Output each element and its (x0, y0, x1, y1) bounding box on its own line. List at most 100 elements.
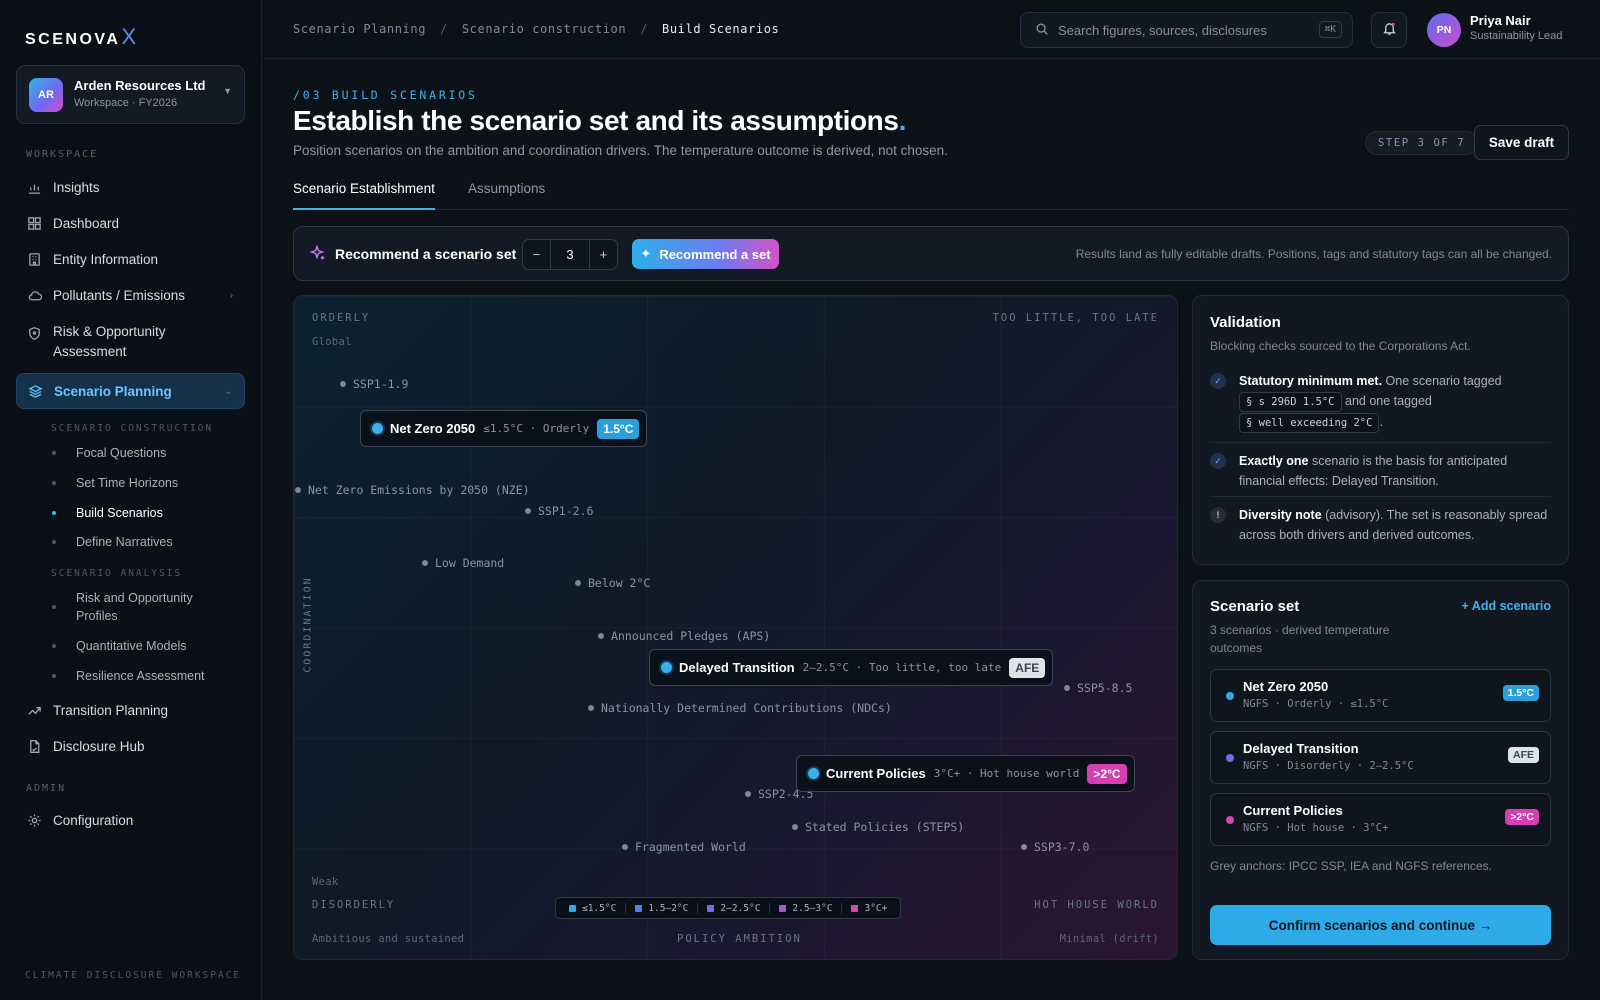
sidebar-item-disclosure-hub[interactable]: Disclosure Hub (16, 728, 245, 764)
caret-down-icon: ▼ (223, 86, 232, 96)
scenario-set-subtitle: 3 scenarios · derived temperature outcom… (1210, 623, 1390, 655)
legend-item: 2.5–3°C (770, 902, 843, 914)
temperature-badge: >2°C (1505, 809, 1539, 825)
scenario-card-delayed-transition[interactable]: Delayed Transition 2–2.5°C · Too little,… (649, 649, 1054, 686)
page-lede: Position scenarios on the ambition and c… (293, 143, 948, 158)
save-draft-button[interactable]: Save draft (1474, 125, 1569, 160)
scenario-color-dot (1226, 754, 1234, 762)
scenario-color-dot (1226, 816, 1234, 824)
subnav-focal-questions[interactable]: Focal Questions (52, 444, 166, 462)
notifications-button[interactable] (1371, 12, 1407, 48)
sidebar-item-pollutants-emissions[interactable]: Pollutants / Emissions › (16, 277, 245, 313)
validation-item-diversity: ! Diversity note (advisory). The set is … (1210, 505, 1551, 545)
sidebar-item-risk-opportunity[interactable]: Risk & Opportunity Assessment (16, 314, 245, 366)
sidebar-item-transition-planning[interactable]: Transition Planning (16, 692, 245, 728)
anchor-nze[interactable]: Net Zero Emissions by 2050 (NZE) (295, 483, 530, 497)
anchor-ssp5-8-5[interactable]: SSP5-8.5 (1064, 681, 1132, 695)
bell-icon (1382, 21, 1397, 39)
anchor-fragmented-world[interactable]: Fragmented World (622, 840, 746, 854)
decrement-button[interactable]: − (523, 240, 550, 269)
legend-item: 3°C+ (842, 903, 896, 914)
recommend-bar: Recommend a scenario set − 3 + ✦ Recommen… (293, 226, 1569, 281)
anchor-ssp3-7-0[interactable]: SSP3-7.0 (1021, 840, 1089, 854)
tab-bar: Scenario Establishment Assumptions (293, 178, 1569, 210)
trend-icon (26, 702, 43, 719)
section-label-scenario-analysis: SCENARIO ANALYSIS (51, 568, 183, 579)
subnav-build-scenarios[interactable]: Build Scenarios (52, 504, 163, 522)
subnav-quantitative-models[interactable]: Quantitative Models (52, 637, 186, 655)
scenario-item-net-zero-2050[interactable]: Net Zero 2050 NGFS · Orderly · ≤1.5°C 1.… (1210, 669, 1551, 722)
scenario-matrix[interactable]: ORDERLY Global TOO LITTLE, TOO LATE DISO… (293, 295, 1178, 960)
anchor-ssp1-1-9[interactable]: SSP1-1.9 (340, 377, 408, 391)
subnav-resilience-assessment[interactable]: Resilience Assessment (52, 667, 205, 685)
validation-subtitle: Blocking checks sourced to the Corporati… (1210, 339, 1471, 353)
sidebar-item-entity-information[interactable]: Entity Information (16, 241, 245, 277)
tab-scenario-establishment[interactable]: Scenario Establishment (293, 181, 435, 210)
anchor-below-2c[interactable]: Below 2°C (575, 576, 650, 590)
search-box[interactable]: ⌘K (1020, 12, 1353, 48)
search-icon (1035, 22, 1049, 39)
scenario-item-delayed-transition[interactable]: Delayed Transition NGFS · Disorderly · 2… (1210, 731, 1551, 784)
page-eyebrow: /03 BUILD SCENARIOS (293, 88, 478, 102)
axis-label-weak: Weak (312, 876, 339, 888)
sidebar-item-insights[interactable]: Insights (16, 169, 245, 205)
sidebar-footer: CLIMATE DISCLOSURE WORKSPACE (25, 970, 242, 981)
user-avatar[interactable]: PN (1427, 13, 1461, 47)
scenario-marker[interactable] (661, 662, 672, 673)
breadcrumb-build-scenarios: Build Scenarios (662, 22, 780, 36)
scenario-marker[interactable] (372, 423, 383, 434)
scenario-card-net-zero-2050[interactable]: Net Zero 2050 ≤1.5°C · Orderly 1.5°C (360, 410, 648, 447)
legend-item: ≤1.5°C (560, 902, 627, 914)
search-input[interactable] (1058, 22, 1308, 38)
legend-item: 1.5–2°C (626, 902, 699, 914)
org-switcher[interactable]: AR Arden Resources Ltd Workspace · FY202… (16, 65, 245, 124)
sidebar-item-configuration[interactable]: Configuration (16, 802, 245, 838)
add-scenario-button[interactable]: + Add scenario (1462, 599, 1552, 613)
user-name: Priya Nair (1470, 13, 1531, 28)
scenario-set-title: Scenario set (1210, 598, 1300, 615)
statutory-tag-chip[interactable]: § s 296D 1.5°C (1239, 392, 1342, 412)
anchor-aps[interactable]: Announced Pledges (APS) (598, 629, 770, 643)
anchor-ssp1-2-6[interactable]: SSP1-2.6 (525, 504, 593, 518)
validation-panel: Validation Blocking checks sourced to th… (1192, 295, 1569, 565)
info-icon: ! (1210, 507, 1226, 523)
breadcrumb: Scenario Planning / Scenario construction /… (293, 22, 780, 36)
anchor-low-demand[interactable]: Low Demand (422, 556, 504, 570)
temperature-badge: 1.5°C (1502, 685, 1539, 701)
step-indicator: STEP 3 OF 7 (1365, 131, 1479, 155)
org-name: Arden Resources Ltd (74, 78, 206, 93)
scenario-count-value[interactable]: 3 (550, 240, 590, 269)
sidebar-item-scenario-planning[interactable]: Scenario Planning ⌄ (16, 373, 245, 409)
sidebar-item-dashboard[interactable]: Dashboard (16, 205, 245, 241)
brand-logo[interactable]: SCENOVAX (25, 24, 136, 50)
validation-item-afe: ✓ Exactly one scenario is the basis for … (1210, 451, 1551, 491)
temperature-badge: >2°C (1087, 763, 1127, 784)
breadcrumb-scenario-construction[interactable]: Scenario construction (462, 22, 626, 36)
check-icon: ✓ (1210, 373, 1226, 389)
scenario-count-stepper[interactable]: − 3 + (522, 239, 618, 270)
increment-button[interactable]: + (590, 240, 617, 269)
subnav-set-time-horizons[interactable]: Set Time Horizons (52, 474, 178, 492)
building-icon (26, 251, 43, 268)
chevron-down-icon: ⌄ (224, 385, 232, 396)
subnav-risk-opportunity-profiles[interactable]: Risk and Opportunity Profiles (52, 589, 216, 625)
x-axis-left-label: Ambitious and sustained (312, 933, 465, 945)
scenario-marker[interactable] (808, 768, 819, 779)
scenario-item-current-policies[interactable]: Current Policies NGFS · Hot house · 3°C+… (1210, 793, 1551, 846)
gear-icon (26, 812, 43, 829)
page-title: Establish the scenario set and its assum… (293, 105, 906, 136)
bar-chart-icon (26, 179, 43, 196)
layers-icon (27, 383, 44, 400)
scenario-set-panel: Scenario set + Add scenario 3 scenarios … (1192, 580, 1569, 960)
afe-badge: AFE (1009, 657, 1046, 678)
breadcrumb-scenario-planning[interactable]: Scenario Planning (293, 22, 426, 36)
statutory-tag-chip[interactable]: § well exceeding 2°C (1239, 413, 1380, 433)
recommend-set-button[interactable]: ✦ Recommend a set (632, 239, 779, 269)
scenario-card-current-policies[interactable]: Current Policies 3°C+ · Hot house world … (796, 755, 1135, 792)
anchor-ndcs[interactable]: Nationally Determined Contributions (NDC… (588, 701, 892, 715)
tab-assumptions[interactable]: Assumptions (468, 181, 545, 210)
shield-icon (26, 325, 43, 342)
confirm-scenarios-button[interactable]: Confirm scenarios and continue → (1210, 905, 1551, 945)
anchor-steps[interactable]: Stated Policies (STEPS) (792, 820, 964, 834)
subnav-define-narratives[interactable]: Define Narratives (52, 533, 173, 551)
